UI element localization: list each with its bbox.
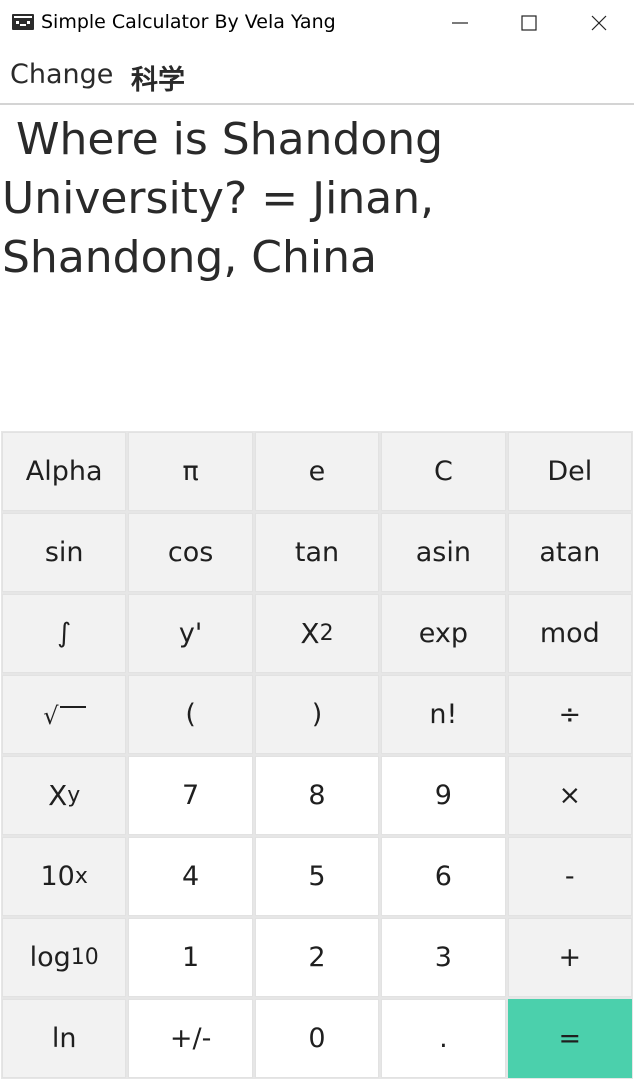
key-0[interactable]: 0 [254, 999, 380, 1078]
key-sqrt[interactable]: √ [2, 675, 127, 754]
sqrt-symbol: √ [43, 701, 59, 730]
key-alpha[interactable]: Alpha [2, 432, 127, 511]
tenpow-base: 10 [40, 861, 75, 892]
window-title: Simple Calculator By Vela Yang [41, 11, 336, 33]
tenpow-exponent: x [74, 864, 88, 889]
key-decimal[interactable]: . [381, 999, 506, 1078]
key-open-paren[interactable]: ( [128, 675, 253, 754]
key-minus[interactable]: - [507, 837, 632, 916]
key-multiply[interactable]: × [507, 756, 632, 835]
key-6[interactable]: 6 [381, 837, 506, 916]
key-sin[interactable]: sin [2, 513, 127, 592]
key-1[interactable]: 1 [128, 918, 253, 997]
key-2[interactable]: 2 [254, 918, 380, 997]
key-derivative[interactable]: y' [128, 594, 253, 673]
key-negate[interactable]: +/- [128, 999, 253, 1078]
toolbar: Change 科学 [0, 46, 634, 104]
key-7[interactable]: 7 [128, 756, 253, 835]
change-mode-button[interactable]: Change [10, 59, 113, 90]
minimize-icon [452, 22, 468, 24]
key-5[interactable]: 5 [254, 837, 380, 916]
app-icon [12, 14, 34, 30]
close-icon [591, 15, 607, 31]
minimize-button[interactable] [425, 0, 495, 46]
power-exponent: y [67, 783, 81, 808]
key-integral[interactable]: ∫ [2, 594, 127, 673]
square-exponent: 2 [319, 621, 334, 646]
key-log10[interactable]: log 10 [2, 918, 127, 997]
maximize-button[interactable] [494, 0, 564, 46]
square-base: X [300, 617, 320, 650]
key-delete[interactable]: Del [507, 432, 632, 511]
toolbar-divider [0, 103, 634, 105]
key-4[interactable]: 4 [128, 837, 253, 916]
key-tan[interactable]: tan [254, 513, 380, 592]
key-e[interactable]: e [254, 432, 380, 511]
key-atan[interactable]: atan [507, 513, 632, 592]
power-base: X [48, 779, 68, 812]
key-equals[interactable]: = [507, 999, 632, 1078]
result-display: Where is Shandong University? = Jinan, S… [2, 114, 458, 283]
key-ln[interactable]: ln [2, 999, 127, 1078]
key-cos[interactable]: cos [128, 513, 253, 592]
key-power[interactable]: Xy [2, 756, 127, 835]
key-9[interactable]: 9 [381, 756, 506, 835]
key-exp[interactable]: exp [381, 594, 506, 673]
key-3[interactable]: 3 [381, 918, 506, 997]
key-8[interactable]: 8 [254, 756, 380, 835]
sqrt-icon: √ [43, 700, 87, 730]
key-mod[interactable]: mod [507, 594, 632, 673]
key-plus[interactable]: + [507, 918, 632, 997]
key-asin[interactable]: asin [381, 513, 506, 592]
key-divide[interactable]: ÷ [507, 675, 632, 754]
maximize-icon [521, 15, 537, 31]
title-bar: Simple Calculator By Vela Yang [0, 0, 634, 46]
log-base: 10 [70, 945, 99, 970]
log-label: log [29, 942, 71, 973]
key-square[interactable]: X2 [254, 594, 380, 673]
close-button[interactable] [564, 0, 634, 46]
keypad: Alpha π e C Del sin cos tan asin atan ∫ … [1, 431, 633, 1079]
key-pi[interactable]: π [128, 432, 253, 511]
key-close-paren[interactable]: ) [254, 675, 380, 754]
mode-label: 科学 [131, 65, 185, 96]
key-ten-power[interactable]: 10 x [2, 837, 127, 916]
key-factorial[interactable]: n! [381, 675, 506, 754]
key-clear[interactable]: C [381, 432, 506, 511]
